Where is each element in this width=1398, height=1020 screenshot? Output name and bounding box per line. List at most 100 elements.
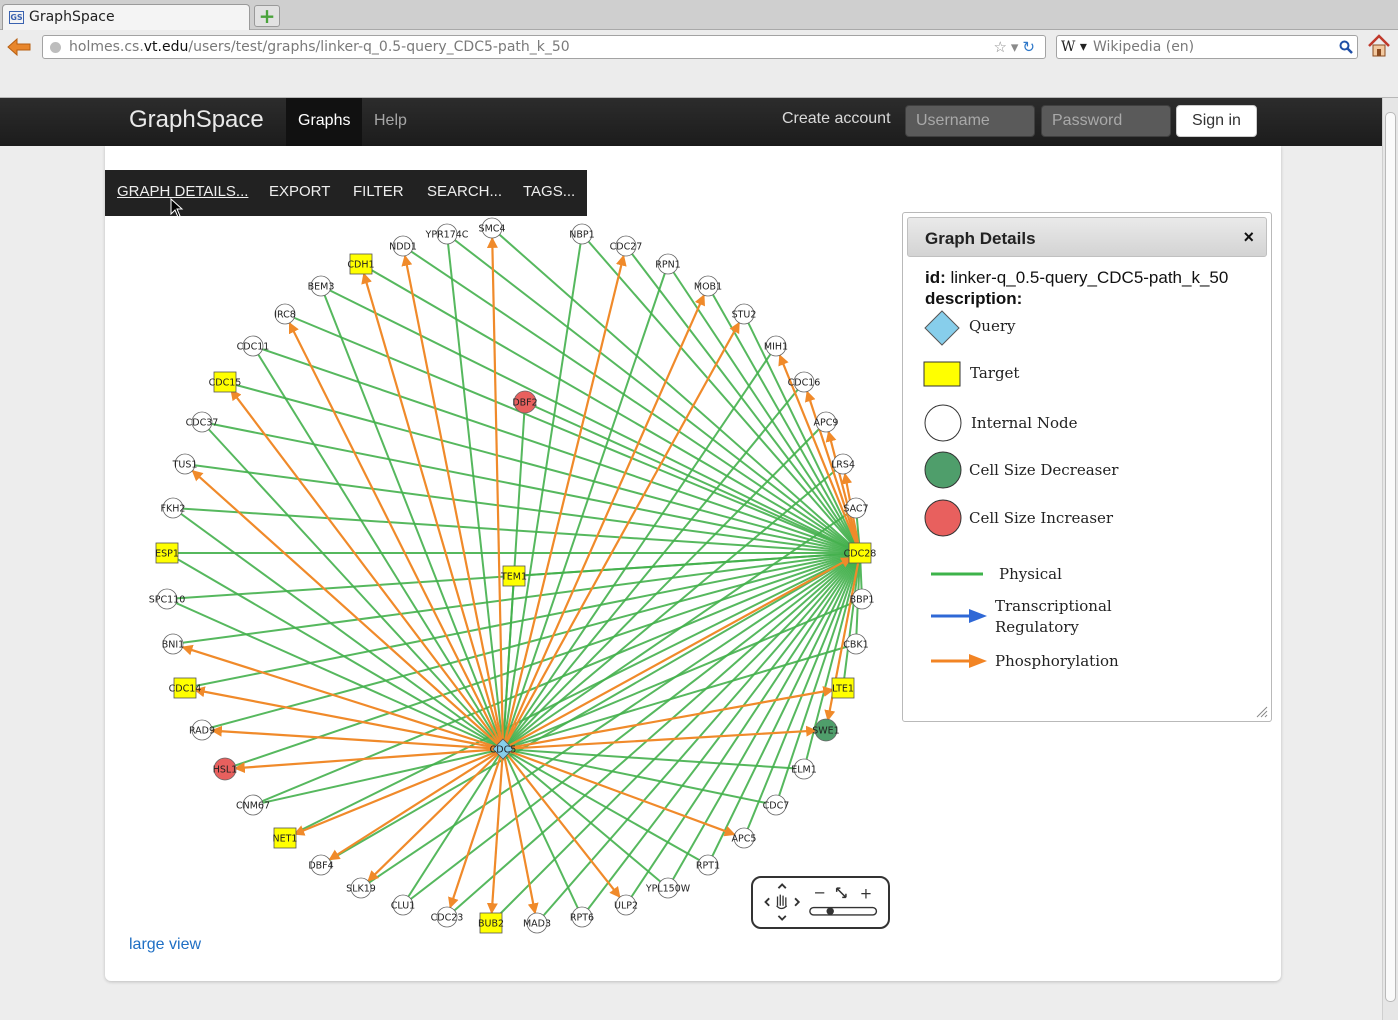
- node-RAD9[interactable]: RAD9: [189, 719, 215, 741]
- close-icon[interactable]: ×: [1243, 227, 1254, 248]
- node-RPT1[interactable]: RPT1: [696, 854, 720, 876]
- pan-arrows-icon[interactable]: [764, 883, 801, 921]
- phospho-edge-CDC5-CDC23[interactable]: [448, 748, 505, 909]
- node-CDC27[interactable]: CDC27: [610, 235, 643, 257]
- network-graph[interactable]: CDC5 CDC28 TEM1 DBF2 YPR174C SMC4 NBP1 CDC27 RPN…: [105, 146, 885, 946]
- site-identity-icon[interactable]: [50, 42, 61, 53]
- scrollbar-thumb[interactable]: [1385, 112, 1396, 1002]
- node-BNI1[interactable]: BNI1: [162, 633, 184, 655]
- node-ELM1[interactable]: ELM1: [791, 758, 817, 780]
- legend-internal-node-circle-icon: [924, 404, 962, 442]
- node-CDC11[interactable]: CDC11: [237, 335, 270, 357]
- node-MOB1[interactable]: MOB1: [694, 275, 722, 297]
- node-BUB2[interactable]: BUB2: [478, 912, 504, 934]
- pan-hand-icon[interactable]: [776, 894, 788, 910]
- node-CDH1[interactable]: CDH1: [347, 253, 375, 275]
- node-APC5[interactable]: APC5: [732, 827, 757, 849]
- search-engine-dropdown-icon[interactable]: ▾: [1075, 39, 1087, 55]
- node-CDC14[interactable]: CDC14: [169, 677, 202, 699]
- node-label: CBK1: [843, 640, 868, 651]
- node-CDC15[interactable]: CDC15: [209, 371, 242, 393]
- node-SPC110[interactable]: SPC110: [149, 588, 186, 610]
- node-label: SLK19: [346, 884, 376, 895]
- node-label: CDC16: [788, 378, 821, 389]
- zoom-out-icon[interactable]: −: [814, 884, 826, 901]
- zoom-in-icon[interactable]: +: [860, 885, 872, 902]
- physical-edge-CDC5-FKH2[interactable]: [172, 507, 504, 750]
- node-NET1[interactable]: NET1: [273, 827, 298, 849]
- legend-decreaser-circle-icon: [924, 451, 962, 489]
- node-MIH1[interactable]: MIH1: [764, 335, 788, 357]
- node-CDC23[interactable]: CDC23: [431, 906, 464, 928]
- large-view-link[interactable]: large view: [129, 936, 201, 954]
- home-icon[interactable]: [1366, 33, 1392, 59]
- node-label: CDC11: [237, 342, 270, 353]
- url-prefix: holmes.cs.: [69, 39, 144, 55]
- node-ULP2[interactable]: ULP2: [614, 894, 638, 916]
- node-CNM67[interactable]: CNM67: [236, 794, 270, 816]
- node-label: BEM3: [308, 282, 335, 293]
- legend-transcriptional-arrow-icon: [931, 609, 987, 623]
- physical-edge-CDC5-RPN1[interactable]: [502, 263, 669, 750]
- physical-edge-CDC5-NBP1[interactable]: [502, 233, 583, 750]
- resize-grip-icon[interactable]: [1256, 706, 1268, 718]
- node-RPT6[interactable]: RPT6: [570, 906, 594, 928]
- physical-edge-CDC5-ESP1[interactable]: [166, 552, 504, 750]
- password-input[interactable]: [1041, 105, 1171, 137]
- node-DBF4[interactable]: DBF4: [308, 854, 334, 876]
- legend-internal-node-label: Internal Node: [971, 414, 1078, 432]
- zoom-slider-handle[interactable]: [826, 907, 834, 915]
- node-label: CDH1: [347, 260, 374, 271]
- node-NBP1[interactable]: NBP1: [569, 223, 595, 245]
- brand-logo[interactable]: GraphSpace: [129, 106, 264, 134]
- search-icon[interactable]: [1339, 40, 1353, 54]
- physical-edge-CDC5-MIH1[interactable]: [502, 345, 777, 750]
- sign-in-button[interactable]: Sign in: [1176, 105, 1257, 137]
- username-input[interactable]: [905, 105, 1035, 137]
- node-APC9[interactable]: APC9: [814, 411, 839, 433]
- create-account-link[interactable]: Create account: [782, 110, 891, 128]
- node-TEM1[interactable]: TEM1: [500, 565, 527, 587]
- search-engine-icon[interactable]: W: [1061, 39, 1075, 55]
- nav-help[interactable]: Help: [362, 98, 419, 146]
- node-YPR174C[interactable]: YPR174C: [425, 223, 469, 245]
- node-MAD3[interactable]: MAD3: [523, 912, 551, 934]
- bookmark-star-icon[interactable]: ☆: [993, 38, 1010, 56]
- physical-edge-CDC28-TUS1[interactable]: [184, 463, 861, 554]
- zoom-fit-icon[interactable]: [835, 887, 847, 899]
- node-label: DBF4: [308, 861, 333, 872]
- pan-zoom-control[interactable]: − +: [751, 876, 890, 929]
- phospho-edge-CDC5-CDC15[interactable]: [230, 389, 504, 750]
- node-CDC7[interactable]: CDC7: [763, 794, 790, 816]
- nav-graphs[interactable]: Graphs: [286, 98, 363, 146]
- reload-icon[interactable]: ↻: [1022, 38, 1039, 56]
- browser-tabbar: GS GraphSpace +: [0, 0, 1398, 30]
- new-tab-plus-icon[interactable]: +: [254, 5, 280, 27]
- node-label: SAC7: [843, 504, 868, 515]
- node-label: SPC110: [149, 595, 186, 606]
- back-arrow-icon[interactable]: [6, 36, 32, 58]
- node-YPL150W[interactable]: YPL150W: [645, 877, 691, 899]
- node-CDC37[interactable]: CDC37: [186, 411, 219, 433]
- url-bar[interactable]: holmes.cs.vt.edu/users/test/graphs/linke…: [42, 35, 1046, 59]
- node-ESP1[interactable]: ESP1: [155, 542, 179, 564]
- zoom-slider-track[interactable]: [809, 906, 878, 916]
- phospho-edge-CDC5-DBF4[interactable]: [328, 748, 504, 861]
- physical-edge-CDC28-CDC15[interactable]: [224, 381, 861, 554]
- graph-id-value: linker-q_0.5-query_CDC5-path_k_50: [950, 268, 1229, 287]
- page-scrollbar[interactable]: [1382, 98, 1398, 1020]
- history-dropdown-icon[interactable]: ▾: [1011, 38, 1023, 56]
- phospho-edge-CDC5-BUB2[interactable]: [486, 748, 505, 915]
- node-label: CDC5: [490, 745, 517, 756]
- legend-increaser-circle-icon: [924, 499, 962, 537]
- node-HSL1[interactable]: HSL1: [213, 757, 238, 781]
- physical-edge-CDC28-BEM3[interactable]: [320, 285, 861, 554]
- node-STU2[interactable]: STU2: [732, 303, 757, 325]
- node-IRC8[interactable]: IRC8: [274, 303, 296, 325]
- node-BEM3[interactable]: BEM3: [308, 275, 335, 297]
- phospho-edge-CDC5-SLK19[interactable]: [367, 748, 504, 882]
- search-bar[interactable]: W ▾ Wikipedia (en): [1056, 35, 1358, 59]
- node-RPN1[interactable]: RPN1: [655, 253, 681, 275]
- node-LTE1[interactable]: LTE1: [831, 677, 855, 699]
- browser-tab[interactable]: GS GraphSpace: [2, 4, 250, 30]
